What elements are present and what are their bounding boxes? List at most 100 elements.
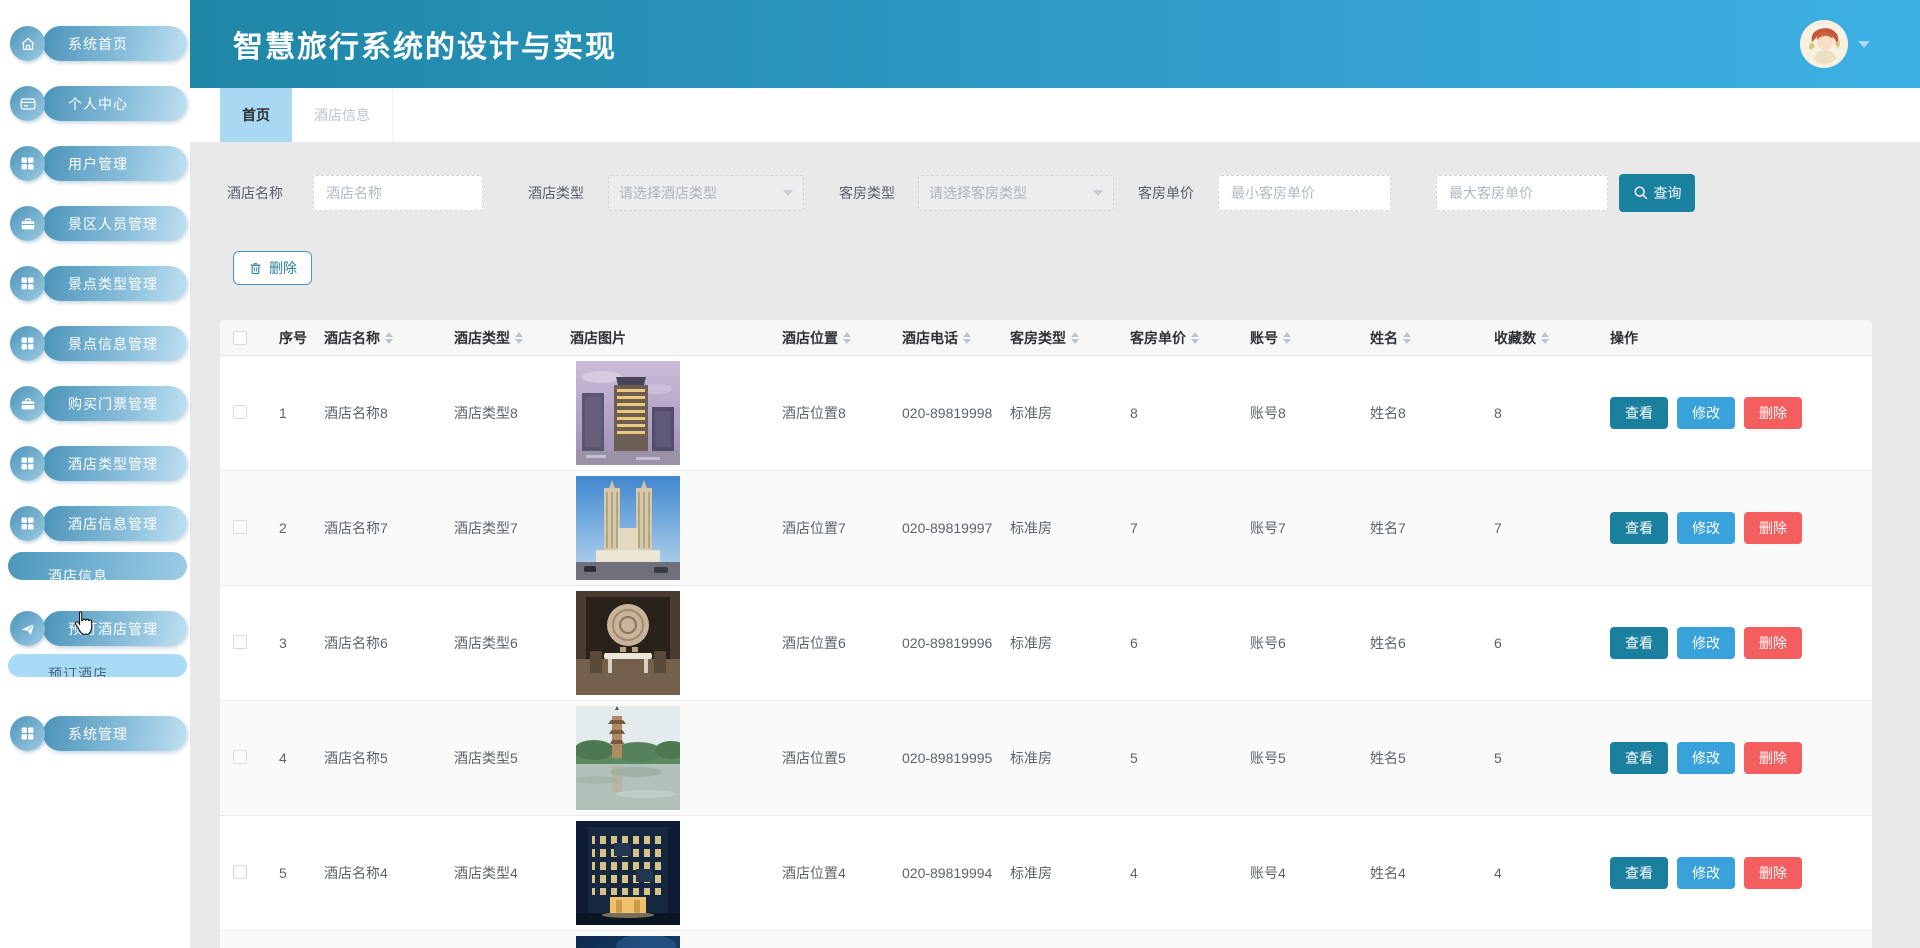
page-title: 智慧旅行系统的设计与实现 xyxy=(233,22,617,66)
briefcase-icon xyxy=(10,206,45,241)
delete-button[interactable]: 删除 xyxy=(1744,857,1802,889)
delete-button[interactable]: 删除 xyxy=(1744,512,1802,544)
sidebar-item-hotel-type-management[interactable]: 酒店类型管理 xyxy=(10,446,187,481)
sidebar-subitem-book-hotel[interactable]: 预订酒店 xyxy=(8,654,187,677)
hotel-type: 酒店类型8 xyxy=(450,403,570,423)
row-checkbox[interactable] xyxy=(233,750,247,764)
delete-button[interactable]: 删除 xyxy=(1744,627,1802,659)
table-row: 查看 修改 删除 xyxy=(220,931,1872,948)
table-row: 4 酒店名称5 酒店类型5 酒店位置5 020-89819995 标准房 5 账… xyxy=(220,701,1872,816)
sort-carets xyxy=(385,332,393,344)
hotel-type: 酒店类型5 xyxy=(450,748,570,768)
row-index: 2 xyxy=(265,520,320,536)
hotel-table: 序号酒店名称酒店类型酒店图片酒店位置酒店电话客房类型客房单价账号姓名收藏数操作 … xyxy=(220,320,1872,948)
view-button[interactable]: 查看 xyxy=(1610,857,1668,889)
sidebar-item-system-management[interactable]: 系统管理 xyxy=(10,716,187,751)
favorites-count: 4 xyxy=(1486,865,1606,881)
hotel-name-input[interactable] xyxy=(313,175,483,211)
hotel-name: 酒店名称5 xyxy=(320,748,450,768)
delete-button[interactable]: 删除 xyxy=(1744,397,1802,429)
sidebar-item-attraction-type-management[interactable]: 景点类型管理 xyxy=(10,266,187,301)
table-row: 5 酒店名称4 酒店类型4 酒店位置4 020-89819994 标准房 4 账… xyxy=(220,816,1872,931)
room-type-select[interactable]: 请选择客房类型 xyxy=(918,175,1114,211)
edit-button[interactable]: 修改 xyxy=(1677,512,1735,544)
hotel-type-select[interactable]: 请选择酒店类型 xyxy=(608,175,804,211)
column-header[interactable]: 酒店名称 xyxy=(320,328,450,348)
room-type: 标准房 xyxy=(1006,748,1126,768)
delete-button[interactable]: 删除 xyxy=(1744,742,1802,774)
hotel-type-label: 酒店类型 xyxy=(528,183,584,203)
sidebar-item-scenic-staff-management[interactable]: 景区人员管理 xyxy=(10,206,187,241)
favorites-count: 7 xyxy=(1486,520,1606,536)
room-price: 5 xyxy=(1126,750,1246,766)
sidebar-item-hotel-booking-management[interactable]: 预订酒店管理 xyxy=(10,611,187,646)
chevron-down-icon xyxy=(783,190,793,196)
edit-button[interactable]: 修改 xyxy=(1677,397,1735,429)
column-header[interactable]: 客房单价 xyxy=(1126,328,1246,348)
max-price-input[interactable] xyxy=(1436,175,1608,211)
sidebar-item-hotel-info-management[interactable]: 酒店信息管理 xyxy=(10,506,187,541)
select-all-checkbox[interactable] xyxy=(233,331,247,345)
row-index: 5 xyxy=(265,865,320,881)
column-header[interactable]: 酒店类型 xyxy=(450,328,570,348)
row-checkbox[interactable] xyxy=(233,635,247,649)
account: 账号4 xyxy=(1246,863,1366,883)
row-checkbox[interactable] xyxy=(233,865,247,879)
column-header[interactable]: 姓名 xyxy=(1366,328,1486,348)
hotel-name: 酒店名称6 xyxy=(320,633,450,653)
filter-bar: 酒店名称 酒店类型 请选择酒店类型 客房类型 请选择客房类型 客房单价 xyxy=(227,174,1920,212)
room-price: 4 xyxy=(1126,865,1246,881)
view-button[interactable]: 查看 xyxy=(1610,397,1668,429)
user-menu[interactable] xyxy=(1800,20,1870,68)
view-button[interactable]: 查看 xyxy=(1610,742,1668,774)
chevron-down-icon[interactable] xyxy=(1858,41,1870,48)
search-button[interactable]: 查询 xyxy=(1619,174,1695,212)
favorites-count: 5 xyxy=(1486,750,1606,766)
row-checkbox[interactable] xyxy=(233,405,247,419)
hotel-image xyxy=(576,706,680,810)
app-root: 系统首页 个人中心 用户管理 景区人员管理 景点类型管理 景点信息管理 购买门票… xyxy=(0,0,1920,948)
batch-delete-button[interactable]: 删除 xyxy=(233,251,312,285)
tab-hotel-info[interactable]: 酒店信息 xyxy=(292,88,393,142)
column-header: 酒店图片 xyxy=(570,328,778,348)
view-button[interactable]: 查看 xyxy=(1610,512,1668,544)
room-price: 8 xyxy=(1126,405,1246,421)
min-price-input[interactable] xyxy=(1218,175,1391,211)
room-price: 6 xyxy=(1126,635,1246,651)
person-name: 姓名6 xyxy=(1366,633,1486,653)
tab-home[interactable]: 首页 xyxy=(220,88,292,142)
sidebar-item-attraction-info-management[interactable]: 景点信息管理 xyxy=(10,326,187,361)
column-header[interactable]: 收藏数 xyxy=(1486,328,1606,348)
grid-icon xyxy=(10,266,45,301)
sidebar-item-personal-center[interactable]: 个人中心 xyxy=(10,86,187,121)
column-header[interactable]: 客房类型 xyxy=(1006,328,1126,348)
column-header[interactable]: 酒店位置 xyxy=(778,328,898,348)
row-index: 3 xyxy=(265,635,320,651)
edit-button[interactable]: 修改 xyxy=(1677,627,1735,659)
avatar[interactable] xyxy=(1800,20,1848,68)
room-price: 7 xyxy=(1126,520,1246,536)
favorites-count: 8 xyxy=(1486,405,1606,421)
table-row: 1 酒店名称8 酒店类型8 酒店位置8 020-89819998 标准房 8 账… xyxy=(220,356,1872,471)
hotel-location: 酒店位置7 xyxy=(778,518,898,538)
row-index: 1 xyxy=(265,405,320,421)
edit-button[interactable]: 修改 xyxy=(1677,742,1735,774)
edit-button[interactable]: 修改 xyxy=(1677,857,1735,889)
sidebar-subitem-hotel-info[interactable]: 酒店信息 xyxy=(8,552,187,580)
sidebar-item-system-home[interactable]: 系统首页 xyxy=(10,26,187,61)
hotel-name: 酒店名称4 xyxy=(320,863,450,883)
table-toolbar: 删除 xyxy=(233,251,1920,285)
column-header[interactable]: 账号 xyxy=(1246,328,1366,348)
sidebar-item-ticket-purchase-management[interactable]: 购买门票管理 xyxy=(10,386,187,421)
column-header[interactable]: 酒店电话 xyxy=(898,328,1006,348)
view-button[interactable]: 查看 xyxy=(1610,627,1668,659)
sort-carets xyxy=(843,332,851,344)
sidebar-item-user-management[interactable]: 用户管理 xyxy=(10,146,187,181)
row-checkbox[interactable] xyxy=(233,520,247,534)
sort-carets xyxy=(515,332,523,344)
hotel-type: 酒店类型4 xyxy=(450,863,570,883)
hotel-type: 酒店类型6 xyxy=(450,633,570,653)
sort-carets xyxy=(1191,332,1199,344)
chevron-down-icon xyxy=(1093,190,1103,196)
room-type-label: 客房类型 xyxy=(839,183,895,203)
